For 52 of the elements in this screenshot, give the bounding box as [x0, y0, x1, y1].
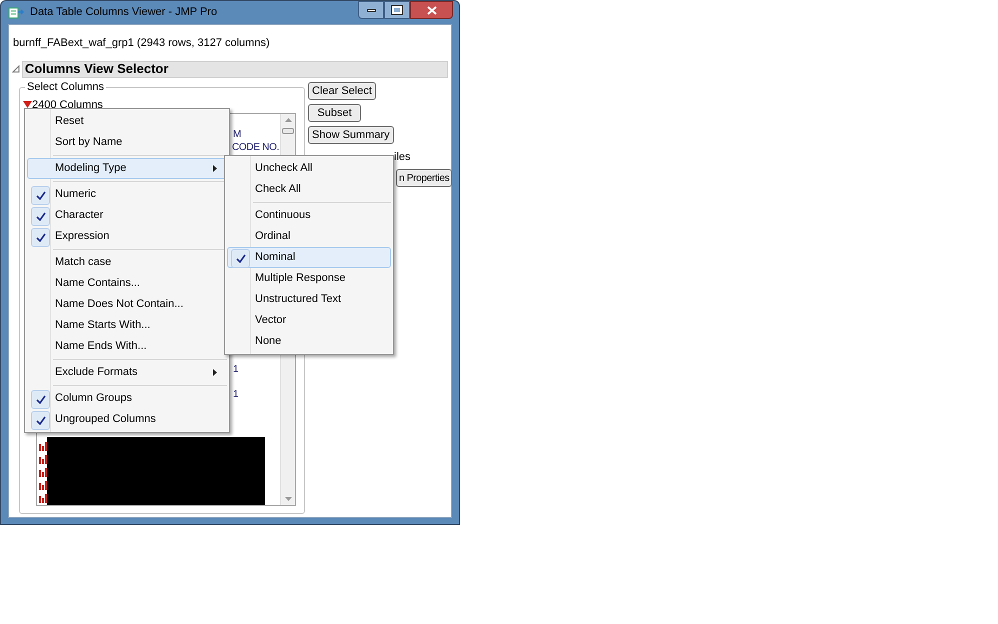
menu-item[interactable]: Name Ends With... [27, 336, 227, 357]
submenu-item[interactable]: Exclude Formats [27, 362, 227, 383]
column-name: CODE NO. [232, 140, 280, 154]
bar-chart-icon [39, 454, 48, 464]
group-title: Select Columns [25, 80, 106, 92]
outline-header: Columns View Selector [22, 60, 448, 78]
menu-item[interactable]: Name Starts With... [27, 315, 227, 336]
menu-item[interactable]: Nominal [227, 247, 391, 268]
menu-item[interactable]: Match case [27, 252, 227, 273]
maximize-button[interactable] [384, 1, 410, 19]
close-icon [426, 6, 436, 14]
submenu-arrow-icon [213, 369, 217, 376]
column-name: 1 [233, 362, 238, 376]
menu-item[interactable]: Name Does Not Contain... [27, 294, 227, 315]
scroll-thumb[interactable] [282, 128, 294, 134]
submenu-arrow-icon [213, 165, 217, 172]
menu-item[interactable]: Numeric [27, 184, 227, 205]
menu-item[interactable]: Reset [27, 111, 227, 132]
menu-item[interactable]: Column Groups [27, 388, 227, 409]
window-title: Data Table Columns Viewer - JMP Pro [30, 5, 218, 20]
checkbox-label: iles [394, 150, 411, 164]
bar-chart-icon [39, 480, 48, 490]
menu-item[interactable]: Continuous [227, 205, 391, 226]
minimize-button[interactable] [358, 1, 384, 19]
menu-item[interactable]: Sort by Name [27, 132, 227, 153]
action-button[interactable]: Subset [308, 104, 361, 122]
menu-item[interactable]: Ordinal [227, 226, 391, 247]
menu-item[interactable]: Unstructured Text [227, 289, 391, 310]
app-icon [8, 6, 24, 20]
menu-item[interactable]: Uncheck All [227, 158, 391, 179]
close-button[interactable] [410, 1, 453, 19]
action-button[interactable]: Clear Select [308, 82, 376, 100]
menu-item[interactable]: Vector [227, 310, 391, 331]
menu-item[interactable]: Expression [27, 226, 227, 247]
column-name: 1 [233, 388, 238, 402]
column-count: 2400 Columns [32, 98, 103, 112]
action-button[interactable]: n Properties [396, 169, 452, 187]
dropdown-triangle-icon[interactable] [23, 101, 32, 108]
menu-item[interactable]: None [227, 331, 391, 352]
bar-chart-icon [39, 466, 48, 476]
menu-item[interactable]: Multiple Response [227, 268, 391, 289]
dataset-label: burnff_FABext_waf_grp1 (2943 rows, 3127 columns) [13, 36, 271, 51]
action-button[interactable]: Show Summary [308, 126, 394, 144]
menu-item[interactable]: Check All [227, 179, 391, 200]
menu-item[interactable]: Ungrouped Columns [27, 409, 227, 430]
menu-item[interactable]: Character [27, 205, 227, 226]
bar-chart-icon [39, 440, 48, 450]
disclosure-icon[interactable] [12, 65, 20, 73]
submenu-item[interactable]: Modeling Type [27, 158, 227, 179]
bar-chart-icon [39, 492, 48, 502]
menu-item[interactable]: Name Contains... [27, 273, 227, 294]
column-name: M [233, 128, 242, 142]
